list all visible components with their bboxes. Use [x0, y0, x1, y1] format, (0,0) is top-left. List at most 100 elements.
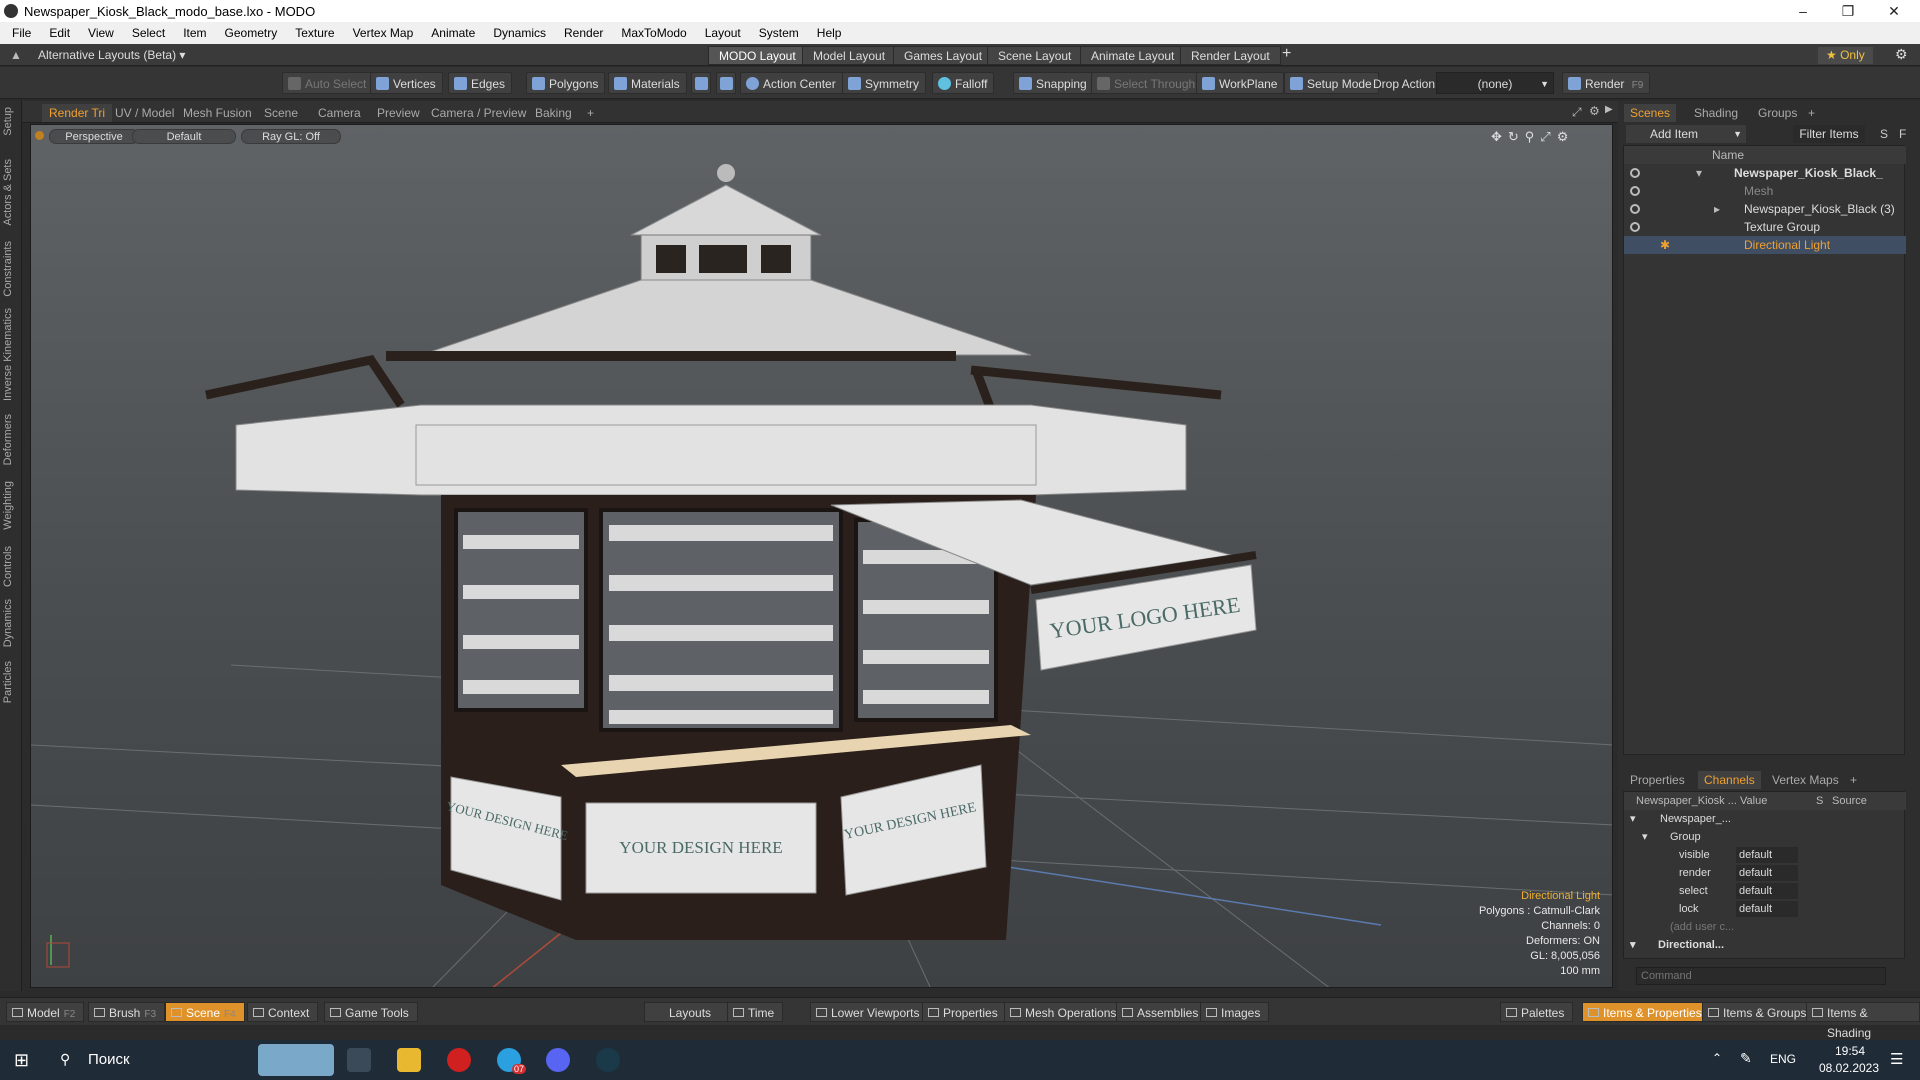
menu-maxtomodo[interactable]: MaxToModo: [612, 26, 695, 40]
context-button[interactable]: Context: [247, 1002, 319, 1022]
tray-chevron-icon[interactable]: ⌃: [1712, 1051, 1722, 1065]
discord-icon[interactable]: [546, 1048, 570, 1072]
tab-preview[interactable]: Preview: [370, 104, 427, 122]
layout-tab-model[interactable]: Model Layout: [802, 46, 897, 65]
layout-tab-animate[interactable]: Animate Layout: [1080, 46, 1186, 65]
tab-properties[interactable]: Properties: [1624, 771, 1691, 789]
snapping-button[interactable]: Snapping: [1013, 72, 1094, 94]
channel-value-dropdown[interactable]: default: [1736, 883, 1798, 899]
tab-scene[interactable]: Scene: [257, 104, 305, 122]
channel-value-dropdown[interactable]: default: [1736, 865, 1798, 881]
menu-item[interactable]: Item: [174, 26, 215, 40]
expand-arrow-icon[interactable]: ▾: [1696, 164, 1702, 182]
task-view-icon[interactable]: [347, 1048, 371, 1072]
properties-button[interactable]: Properties: [922, 1002, 1007, 1022]
channel-value-dropdown[interactable]: default: [1736, 847, 1798, 863]
game-tools-button[interactable]: Game Tools: [324, 1002, 418, 1022]
viewport-maximize-icon[interactable]: ⤢: [1572, 105, 1582, 120]
add-tab-button[interactable]: +: [580, 104, 601, 122]
items-groups-button[interactable]: Items & Groups: [1702, 1002, 1816, 1022]
menu-view[interactable]: View: [79, 26, 123, 40]
strip-deformers[interactable]: Deformers: [2, 414, 14, 465]
expand-arrow-icon[interactable]: ▾: [1630, 810, 1636, 828]
visibility-eye-icon[interactable]: [1630, 168, 1640, 178]
tab-camera-preview[interactable]: Camera / Preview: [424, 104, 533, 122]
channel-root-row[interactable]: ▾ Newspaper_...: [1624, 810, 1906, 828]
tab-render-tri[interactable]: Render Tri: [42, 104, 113, 122]
opera-icon[interactable]: [447, 1048, 471, 1072]
command-input[interactable]: [1636, 967, 1886, 985]
language-indicator[interactable]: ENG: [1770, 1052, 1796, 1066]
add-layout-button[interactable]: +: [1282, 45, 1291, 63]
menu-edit[interactable]: Edit: [40, 26, 79, 40]
channel-value-dropdown[interactable]: default: [1736, 901, 1798, 917]
strip-particles[interactable]: Particles: [2, 661, 14, 703]
layout-tab-games[interactable]: Games Layout: [893, 46, 994, 65]
add-item-dropdown[interactable]: Add Item ▼: [1626, 125, 1746, 143]
clock-time[interactable]: 19:54: [1820, 1044, 1880, 1058]
edges-button[interactable]: Edges: [448, 72, 513, 94]
layout-up-icon[interactable]: ▲: [10, 48, 22, 62]
tab-uv-model[interactable]: UV / Model: [108, 104, 181, 122]
visibility-eye-icon[interactable]: [1630, 204, 1640, 214]
menu-texture[interactable]: Texture: [286, 26, 343, 40]
render-button[interactable]: Render F9: [1562, 72, 1651, 94]
select-mode-b-button[interactable]: [716, 72, 736, 94]
polygons-button[interactable]: Polygons: [526, 72, 606, 94]
windows-start-icon[interactable]: ⊞: [14, 1050, 29, 1071]
palettes-button[interactable]: Palettes: [1500, 1002, 1574, 1022]
tab-shading[interactable]: Shading: [1688, 104, 1744, 122]
menu-help[interactable]: Help: [808, 26, 851, 40]
model-button[interactable]: Model F2: [6, 1002, 85, 1022]
viewport-gear-icon[interactable]: ⚙: [1589, 104, 1600, 118]
layout-tab-modo[interactable]: MODO Layout: [708, 46, 807, 65]
channel-group-row[interactable]: ▾ Group: [1624, 828, 1906, 846]
tray-pen-icon[interactable]: ✎: [1740, 1050, 1752, 1067]
minimize-button[interactable]: –: [1781, 0, 1825, 22]
select-through-button[interactable]: Select Through: [1091, 72, 1203, 94]
items-shading-button[interactable]: Items & Shading: [1806, 1002, 1920, 1040]
expand-arrow-icon[interactable]: ▾: [1642, 828, 1648, 846]
tab-camera[interactable]: Camera: [311, 104, 368, 122]
vertices-button[interactable]: Vertices: [370, 72, 443, 94]
menu-vertex-map[interactable]: Vertex Map: [344, 26, 423, 40]
menu-layout[interactable]: Layout: [696, 26, 750, 40]
menu-render[interactable]: Render: [555, 26, 612, 40]
tree-item-directional-light[interactable]: ✱ Directional Light: [1624, 236, 1906, 254]
tab-vertex-maps[interactable]: Vertex Maps: [1766, 771, 1845, 789]
add-panel-tab-button[interactable]: +: [1802, 104, 1821, 122]
search-icon[interactable]: ⚲: [60, 1051, 70, 1068]
gear-icon[interactable]: ⚙: [1895, 46, 1908, 63]
strip-weighting[interactable]: Weighting: [2, 481, 14, 530]
alternative-layouts-dropdown[interactable]: Alternative Layouts (Beta) ▾: [38, 48, 185, 62]
strip-controls[interactable]: Controls: [2, 546, 14, 587]
tab-mesh-fusion[interactable]: Mesh Fusion: [176, 104, 259, 122]
filter-items-input[interactable]: Filter Items: [1793, 125, 1865, 143]
search-highlight-image[interactable]: [258, 1044, 334, 1076]
layout-tab-render[interactable]: Render Layout: [1180, 46, 1281, 65]
add-channels-tab-button[interactable]: +: [1844, 771, 1863, 789]
tree-item-texture-group[interactable]: Texture Group: [1624, 218, 1906, 236]
menu-file[interactable]: File: [0, 26, 40, 40]
menu-select[interactable]: Select: [123, 26, 174, 40]
scenes-s-button[interactable]: S: [1880, 127, 1888, 141]
close-button[interactable]: ✕: [1872, 0, 1916, 22]
tree-item-root[interactable]: ▾ Newspaper_Kiosk_Black_: [1624, 164, 1906, 182]
strip-setup[interactable]: Setup: [2, 107, 14, 136]
visibility-eye-icon[interactable]: [1630, 222, 1640, 232]
menu-dynamics[interactable]: Dynamics: [484, 26, 555, 40]
channel-row-render[interactable]: render default: [1624, 864, 1906, 882]
maximize-button[interactable]: ❐: [1826, 0, 1870, 22]
channel-row-select[interactable]: select default: [1624, 882, 1906, 900]
workplane-button[interactable]: WorkPlane: [1196, 72, 1285, 94]
notifications-icon[interactable]: ☰: [1890, 1050, 1903, 1068]
symmetry-button[interactable]: Symmetry: [842, 72, 926, 94]
drop-action-dropdown[interactable]: (none) ▼: [1436, 72, 1554, 94]
add-user-channel-row[interactable]: (add user c...: [1624, 918, 1906, 936]
channel-directional-row[interactable]: ▾ Directional...: [1624, 936, 1906, 954]
tab-scenes[interactable]: Scenes: [1624, 104, 1677, 122]
taskbar-search[interactable]: Поиск: [88, 1051, 130, 1068]
falloff-button[interactable]: Falloff: [932, 72, 995, 94]
tree-item-kiosk-group[interactable]: ▸ Newspaper_Kiosk_Black (3): [1624, 200, 1906, 218]
time-button[interactable]: Time: [727, 1002, 784, 1022]
